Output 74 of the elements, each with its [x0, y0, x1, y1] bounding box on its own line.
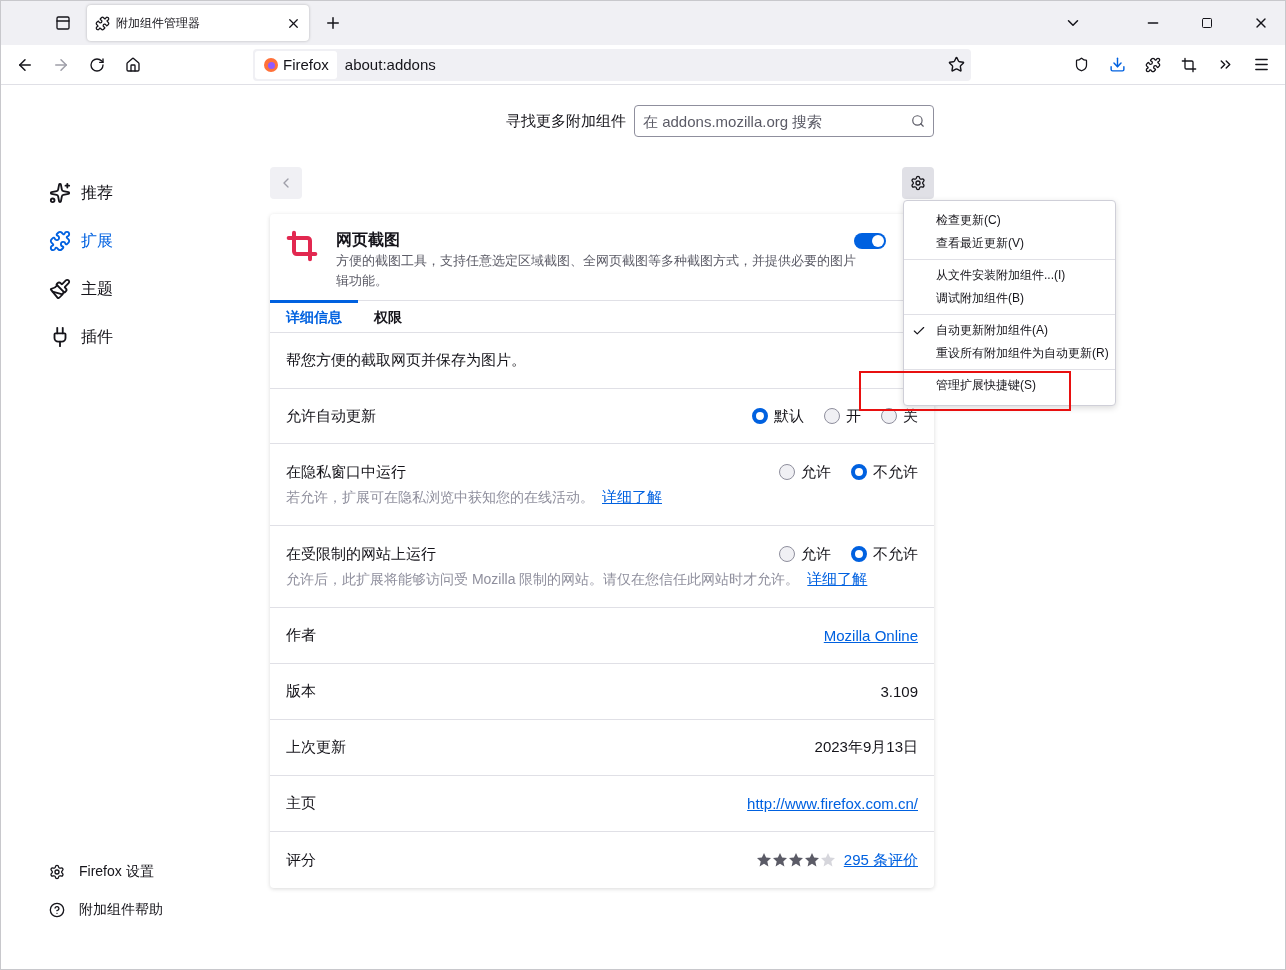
menu-item[interactable]: 管理扩展快捷键(S) [904, 374, 1115, 397]
star-icon [819, 852, 836, 868]
tab-title: 附加组件管理器 [116, 14, 201, 32]
info-value: 2023年9月13日 [814, 738, 918, 757]
radio-button[interactable] [779, 546, 795, 562]
star-icon [771, 852, 788, 868]
radio-option[interactable]: 不允许 [851, 544, 918, 564]
radio-button[interactable] [779, 464, 795, 480]
sidebar-item[interactable]: 主题 [49, 265, 270, 313]
info-value: 3.109 [880, 683, 918, 700]
detail-tab[interactable]: 权限 [358, 300, 446, 332]
settings-button[interactable] [902, 167, 934, 199]
sidebar-item[interactable]: 推荐 [49, 169, 270, 217]
info-label: 作者 [286, 626, 316, 645]
addon-description: 辑功能。 [336, 272, 389, 290]
detail-tab[interactable]: 详细信息 [270, 300, 358, 332]
search-label: 寻找更多附加组件 [506, 111, 626, 131]
settings-icon [49, 864, 65, 880]
addon-name: 网页截图 [336, 230, 400, 250]
sidebar-link[interactable]: Firefox 设置 [49, 853, 270, 891]
menu-item[interactable]: 调试附加组件(B) [904, 287, 1115, 310]
address-bar[interactable]: Firefox about:addons [253, 48, 971, 81]
reviews-link[interactable]: 295 条评价 [843, 850, 918, 870]
info-label: 评分 [286, 850, 316, 870]
info-label: 版本 [286, 682, 316, 701]
addon-description: 方便的截图工具，支持任意选定区域截图、全网页截图等多种截图方式，并提供必要的图片 [336, 252, 857, 270]
learn-more-link[interactable]: 详细了解 [807, 569, 868, 587]
radio-option[interactable]: 允许 [779, 544, 831, 564]
menu-item[interactable]: 查看最近更新(V) [904, 232, 1115, 255]
radio-option[interactable]: 默认 [752, 406, 804, 426]
sparkle-icon [49, 182, 71, 204]
browser-tab[interactable]: 附加组件管理器 [87, 5, 309, 41]
crop-icon [286, 230, 318, 262]
bookmark-star-icon[interactable] [948, 56, 965, 73]
addon-summary: 帮您方便的截取网页并保存为图片。 [286, 351, 527, 370]
info-link[interactable]: http://www.firefox.com.cn/ [747, 795, 918, 812]
setting-note: 允许后，此扩展将能够访问受 Mozilla 限制的网站。请仅在您信任此网站时才允许。 [286, 570, 800, 587]
url-text: about:addons [344, 56, 437, 73]
setting-label: 允许自动更新 [286, 406, 376, 426]
sidebar-item[interactable]: 扩展 [49, 217, 270, 265]
radio-button[interactable] [851, 546, 867, 562]
info-link[interactable]: Mozilla Online [823, 627, 918, 644]
learn-more-link[interactable]: 详细了解 [602, 487, 662, 505]
browser-logo-icon [263, 56, 279, 73]
menu-item[interactable]: 重设所有附加组件为自动更新(R) [904, 342, 1115, 365]
sidebar-link[interactable]: 附加组件帮助 [49, 891, 270, 929]
radio-button[interactable] [824, 408, 840, 424]
radio-option[interactable]: 允许 [779, 462, 831, 482]
star-icon [755, 852, 772, 868]
setting-label: 在隐私窗口中运行 [286, 462, 406, 482]
check-icon [912, 324, 926, 338]
radio-option[interactable]: 开 [824, 406, 861, 426]
help-icon [49, 902, 65, 918]
menu-item[interactable]: 检查更新(C) [904, 209, 1115, 232]
puzzle-icon [49, 230, 71, 252]
radio-button[interactable] [752, 408, 768, 424]
sidebar-item[interactable]: 插件 [49, 313, 270, 361]
setting-label: 在受限制的网站上运行 [286, 544, 436, 564]
identity-label[interactable]: Firefox [255, 50, 337, 79]
info-label: 主页 [286, 794, 316, 813]
settings-icon [910, 175, 926, 191]
setting-note: 若允许，扩展可在隐私浏览中获知您的在线活动。 [286, 488, 594, 505]
menu-item[interactable]: 自动更新附加组件(A) [904, 319, 1115, 342]
search-icon [911, 114, 925, 128]
radio-option[interactable]: 不允许 [851, 462, 918, 482]
paintbrush-icon [49, 278, 71, 300]
menu-item[interactable]: 从文件安装附加组件...(I) [904, 264, 1115, 287]
enable-toggle[interactable] [854, 232, 886, 249]
info-label: 上次更新 [286, 738, 346, 757]
star-icon [787, 852, 804, 868]
puzzle-icon [95, 15, 110, 31]
star-icon [803, 852, 820, 868]
search-field[interactable]: 在 addons.mozilla.org 搜索 [634, 105, 934, 137]
radio-button[interactable] [851, 464, 867, 480]
